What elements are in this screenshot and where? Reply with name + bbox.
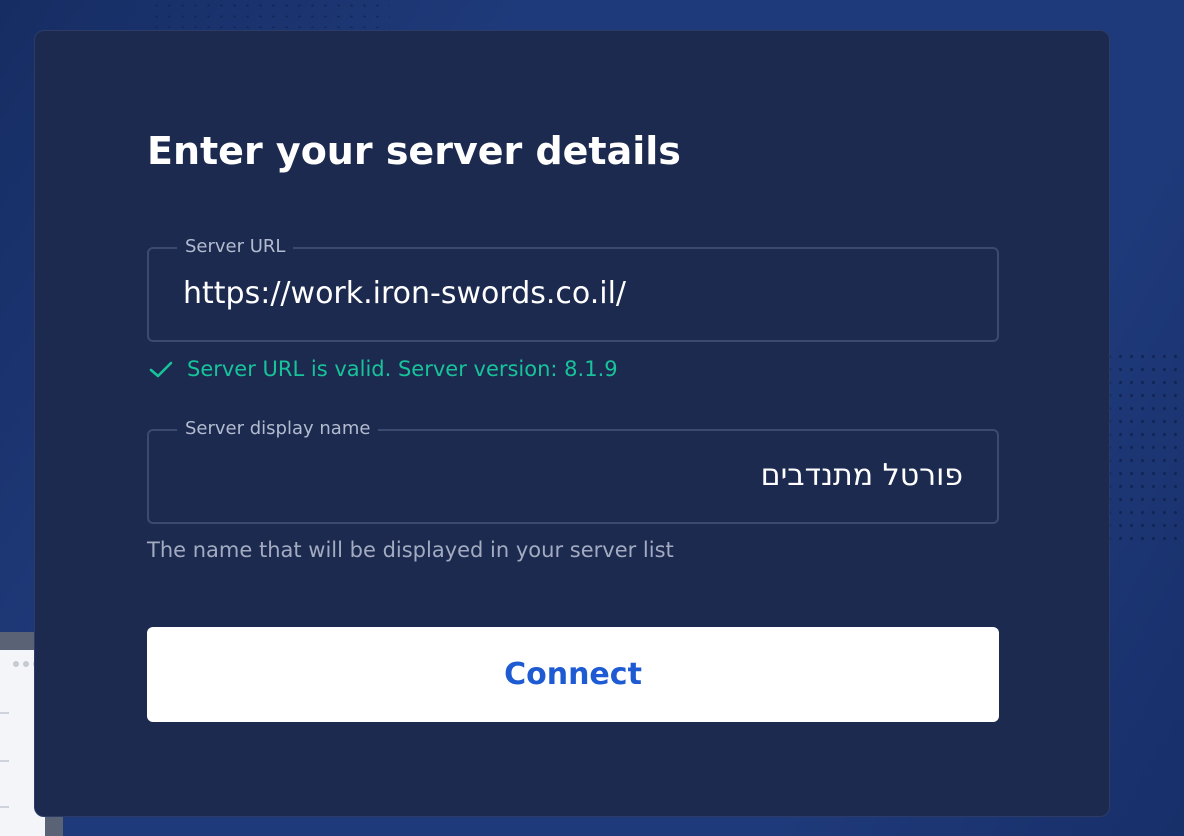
server-url-field[interactable]: Server URL (147, 236, 999, 342)
url-validation-message: Server URL is valid. Server version: 8.1… (147, 353, 618, 385)
server-url-label: Server URL (177, 236, 294, 258)
connect-button[interactable]: Connect (147, 627, 999, 722)
server-url-input[interactable] (183, 273, 963, 315)
validation-text: Server URL is valid. Server version: 8.1… (187, 357, 618, 381)
background-dots-decoration (1104, 350, 1184, 550)
server-display-name-input[interactable] (183, 455, 963, 497)
illustration-line (0, 712, 9, 714)
check-icon (149, 361, 173, 378)
server-display-name-field[interactable]: Server display name (147, 418, 999, 524)
illustration-line (0, 760, 9, 762)
display-name-helper-text: The name that will be displayed in your … (147, 538, 674, 562)
server-details-card: Enter your server details Server URL Ser… (34, 30, 1110, 817)
background-dots-decoration (150, 0, 390, 28)
page-title: Enter your server details (147, 129, 681, 173)
illustration-line (0, 806, 9, 808)
server-display-name-label: Server display name (177, 418, 379, 440)
